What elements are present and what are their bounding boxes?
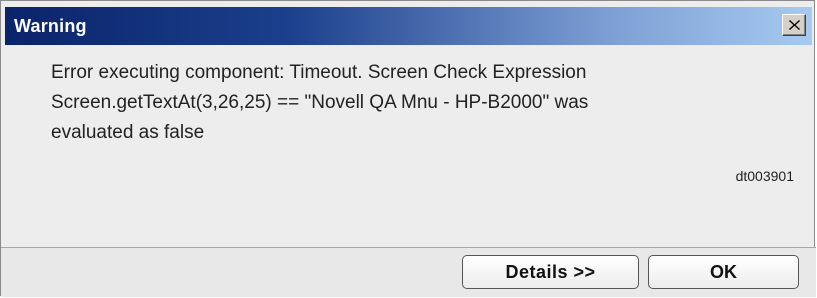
- ok-button[interactable]: OK: [648, 255, 799, 289]
- title-bar[interactable]: Warning: [5, 7, 812, 45]
- error-message: Error executing component: Timeout. Scre…: [51, 58, 771, 148]
- message-line-2: Screen.getTextAt(3,26,25) == "Novell QA …: [51, 92, 589, 113]
- button-bar: Details >> OK: [1, 248, 816, 297]
- message-line-1: Error executing component: Timeout. Scre…: [51, 62, 587, 83]
- error-code: dt003901: [735, 168, 794, 184]
- details-button[interactable]: Details >>: [462, 255, 639, 289]
- dialog-title: Warning: [14, 16, 87, 36]
- warning-dialog: Warning Error executing component: Timeo…: [0, 0, 816, 297]
- message-line-3: evaluated as false: [51, 122, 205, 143]
- close-button[interactable]: [782, 14, 806, 36]
- close-icon: [789, 20, 800, 30]
